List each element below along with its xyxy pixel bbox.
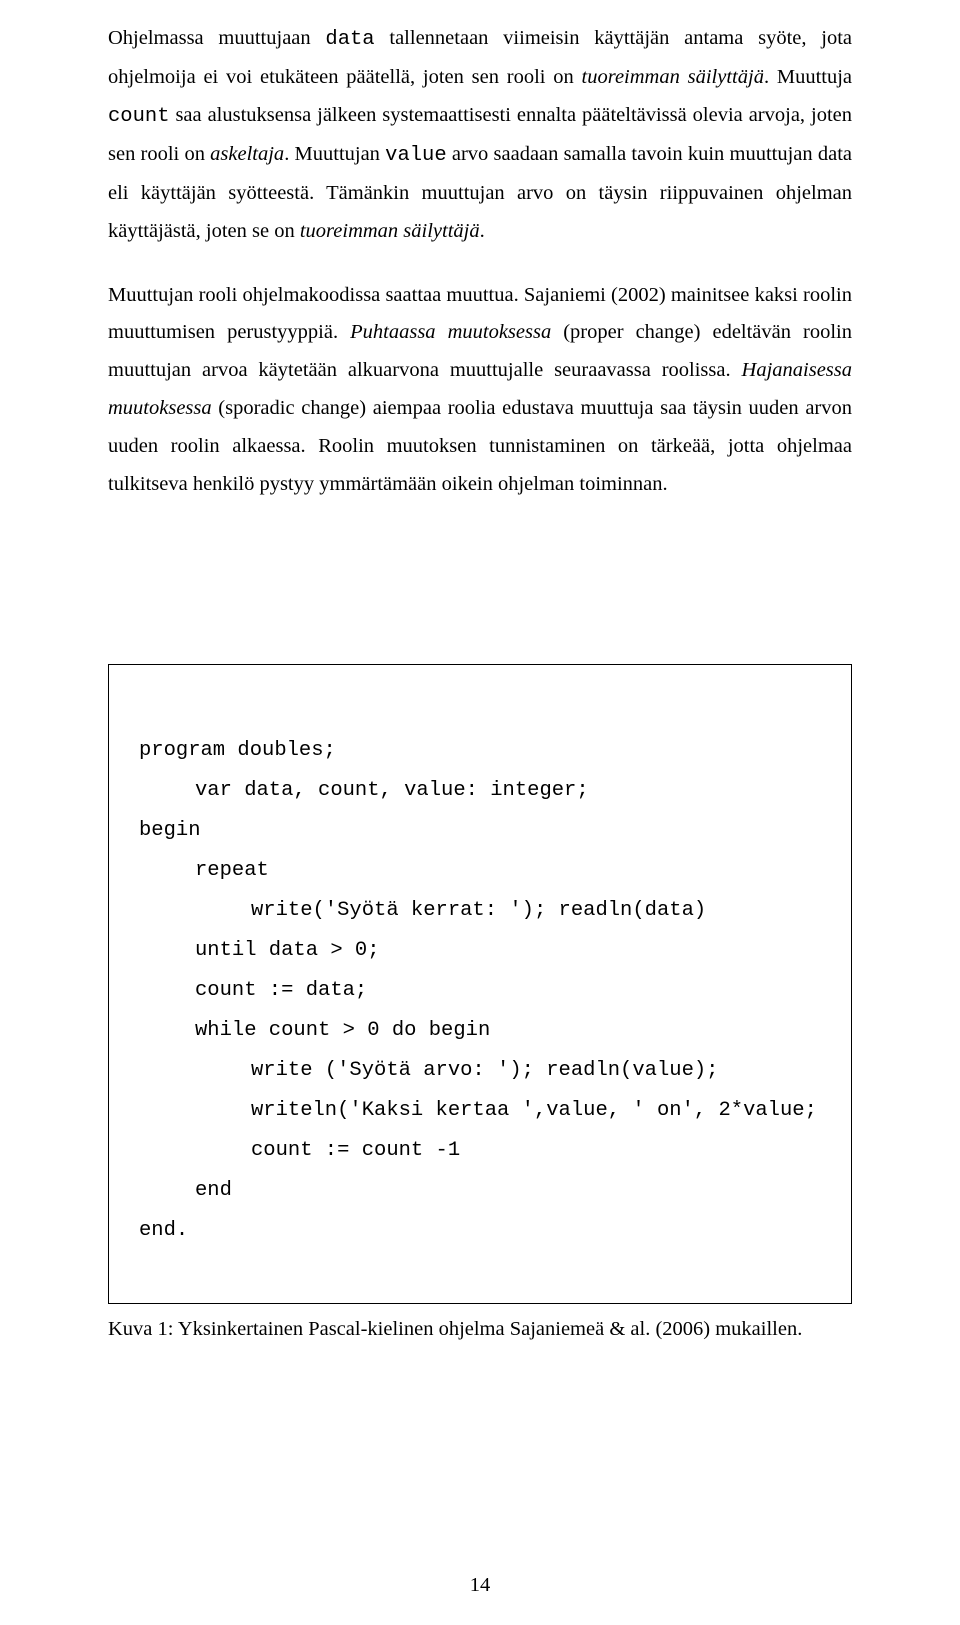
text-run: . Muuttujan: [284, 143, 385, 165]
text-run: (sporadic change) aiempaa roolia edustav…: [108, 397, 852, 495]
code-line: write('Syötä kerrat: '); readln(data): [139, 891, 821, 931]
italic-term: askeltaja: [210, 143, 284, 165]
code-line: until data > 0;: [139, 931, 821, 971]
text-run: . Muuttuja: [764, 66, 852, 88]
text-run: Ohjelmassa muuttujaan: [108, 27, 325, 49]
code-line: program doubles;: [139, 731, 821, 771]
figure-caption: Kuva 1: Yksinkertainen Pascal-kielinen o…: [108, 1318, 852, 1341]
code-line: begin: [139, 811, 821, 851]
code-line: var data, count, value: integer;: [139, 771, 821, 811]
code-line: end: [139, 1171, 821, 1211]
code-line: while count > 0 do begin: [139, 1011, 821, 1051]
code-inline-data: data: [325, 28, 374, 51]
code-line: writeln('Kaksi kertaa ',value, ' on', 2*…: [139, 1091, 821, 1131]
code-line: write ('Syötä arvo: '); readln(value);: [139, 1051, 821, 1091]
text-run: .: [480, 220, 485, 242]
page: Ohjelmassa muuttujaan data tallennetaan …: [0, 0, 960, 1625]
code-inline-value: value: [385, 144, 447, 167]
paragraph-2: Muuttujan rooli ohjelmakoodissa saattaa …: [108, 277, 852, 505]
code-line: count := count -1: [139, 1131, 821, 1171]
code-listing: program doubles;var data, count, value: …: [108, 664, 852, 1304]
code-inline-count: count: [108, 105, 170, 128]
italic-term: Puhtaassa muutoksessa: [350, 321, 551, 343]
paragraph-1: Ohjelmassa muuttujaan data tallennetaan …: [108, 20, 852, 251]
code-line: count := data;: [139, 971, 821, 1011]
page-number: 14: [0, 1574, 960, 1597]
italic-term: tuoreimman säilyttäjä: [582, 66, 764, 88]
code-line: repeat: [139, 851, 821, 891]
code-line: end.: [139, 1211, 821, 1251]
italic-term: tuoreimman säilyttäjä: [300, 220, 480, 242]
